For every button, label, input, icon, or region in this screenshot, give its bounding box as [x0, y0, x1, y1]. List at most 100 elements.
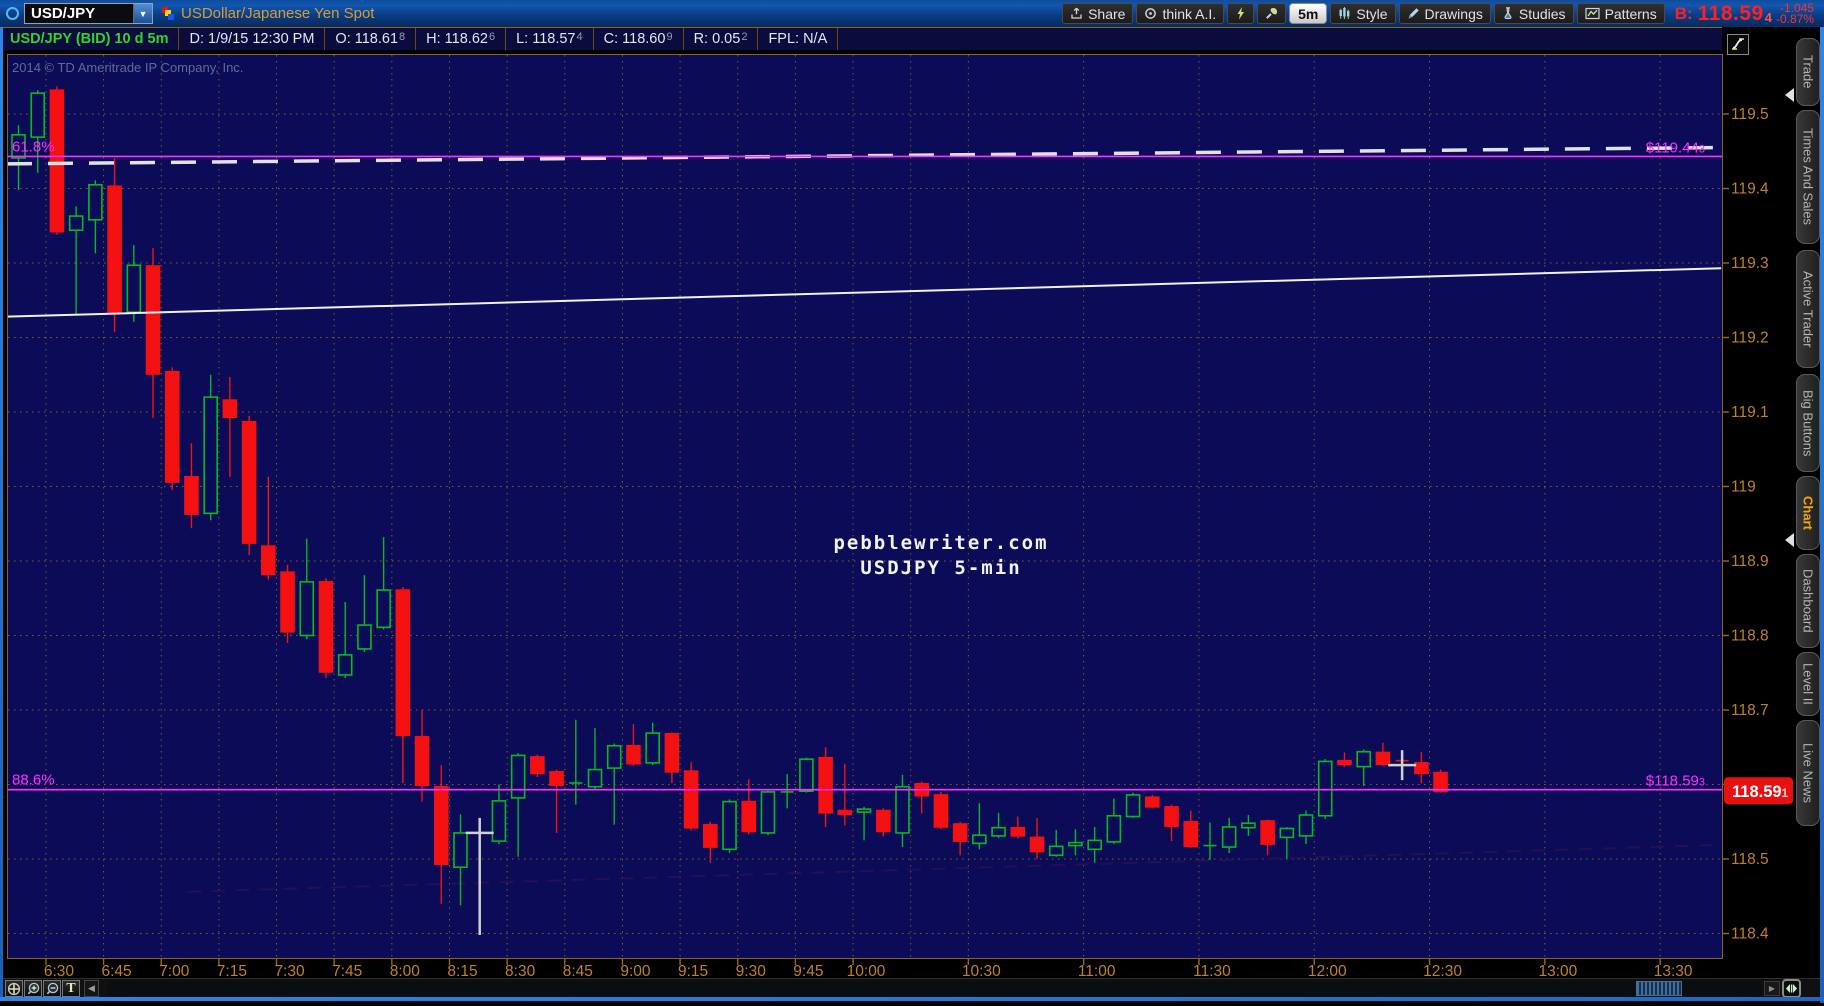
candle	[530, 756, 545, 775]
candle	[261, 545, 276, 576]
candle	[875, 809, 891, 833]
candle	[933, 794, 949, 828]
candle	[818, 756, 833, 814]
zoom-out-icon[interactable]	[43, 980, 61, 997]
text-tool-label: T	[66, 980, 76, 996]
ohlc-readout-bar: USD/JPY (BID) 10 d 5m D: 1/9/15 12:30 PM…	[0, 27, 1722, 50]
candle	[1260, 820, 1275, 845]
sidebar-tab-trade[interactable]: Trade	[1796, 38, 1820, 106]
toolbar-button-5m[interactable]: 5m	[1289, 3, 1328, 24]
candle	[799, 758, 814, 793]
sidebar-tab-times-and-sales[interactable]: Times And Sales	[1796, 110, 1820, 244]
ohlc-cell: C: 118.60 9	[594, 28, 684, 50]
toolbar-button-label: Studies	[1518, 5, 1566, 22]
candle	[1337, 759, 1352, 766]
patterns-icon	[1584, 7, 1600, 20]
style-icon	[1338, 7, 1351, 20]
sidebar-tab-live-news[interactable]: Live News	[1796, 720, 1820, 826]
candle	[1279, 827, 1295, 839]
price-axis-label: 118.9	[1731, 553, 1769, 570]
symbol-value[interactable]: USD/JPY	[25, 4, 133, 23]
sidebar-tab-dashboard[interactable]: Dashboard	[1796, 554, 1820, 648]
candle	[49, 89, 65, 233]
candle	[1068, 841, 1083, 847]
candle	[856, 808, 872, 813]
candle	[126, 264, 142, 313]
ohlc-cell: R: 0.05 2	[684, 28, 759, 50]
studies-icon	[1502, 7, 1514, 20]
toolbar-button-think-a-i[interactable]: think A.I.	[1136, 3, 1225, 24]
candle	[107, 185, 122, 313]
price-axis-label: 119.3	[1731, 255, 1769, 272]
toolbar-button-style[interactable]: Style	[1330, 3, 1396, 24]
toolbar-button-studies[interactable]: Studies	[1493, 3, 1574, 24]
ohlc-cell: D: 1/9/15 12:30 PM	[179, 28, 326, 50]
zoom-in-icon[interactable]	[24, 980, 42, 997]
price-axis-label: 119.1	[1731, 404, 1769, 421]
candle	[683, 770, 699, 829]
toolbar-button-wrench-icon[interactable]	[1257, 3, 1287, 24]
current-price-label: 118.591	[1732, 783, 1789, 801]
candle	[1106, 814, 1122, 843]
symbol-input[interactable]: USD/JPY ▼	[24, 3, 153, 24]
candle	[299, 581, 315, 637]
pan-icon[interactable]	[5, 980, 23, 997]
symbol-dropdown-icon[interactable]: ▼	[133, 4, 152, 23]
share-icon	[1070, 7, 1083, 20]
price-axis-label: 119.5	[1731, 106, 1769, 123]
fib-percent-label: 61.8%	[12, 138, 55, 155]
candle	[376, 589, 391, 629]
sidebar-tab-chart[interactable]: Chart	[1796, 476, 1820, 550]
sidebar-tab-active-trader[interactable]: Active Trader	[1796, 250, 1820, 368]
candle	[1048, 845, 1064, 857]
candle	[837, 809, 853, 816]
sidebar-tab-level-ii[interactable]: Level II	[1796, 652, 1820, 716]
scroll-right-icon[interactable]: ▶	[1764, 981, 1780, 996]
candle	[184, 476, 199, 515]
candle	[88, 183, 103, 221]
fit-width-icon[interactable]	[1782, 979, 1801, 998]
toolbar-button-label: think A.I.	[1162, 5, 1217, 22]
app-window: USD/JPY ▼ USDollar/Japanese Yen Spot Sha…	[0, 0, 1824, 1006]
watermark-line2: USDJPY 5-min	[860, 557, 1021, 579]
title-bar: USD/JPY ▼ USDollar/Japanese Yen Spot Sha…	[0, 0, 1824, 27]
text-tool[interactable]: T	[62, 980, 80, 997]
fib-percent-label: 88.6%	[12, 772, 55, 789]
price-axis-label: 119.4	[1731, 181, 1769, 198]
sidebar-tab-big-buttons[interactable]: Big Buttons	[1796, 374, 1820, 472]
candle	[280, 571, 295, 633]
collapse-left-icon[interactable]: ◀	[84, 980, 99, 997]
chart-scrollbar[interactable]	[107, 981, 1762, 996]
link-color-icon[interactable]	[162, 7, 175, 20]
toolbar-button-drawings[interactable]: Drawings	[1398, 3, 1491, 24]
candle	[895, 785, 910, 834]
ohlc-symbol-summary: USD/JPY (BID) 10 d 5m	[0, 28, 180, 50]
chart-canvas[interactable]	[8, 55, 1722, 958]
candle	[1087, 839, 1102, 851]
bottom-toolbar: T ◀ ▶	[3, 978, 1820, 998]
candle	[395, 589, 411, 737]
toolbar-button-bolt-icon[interactable]	[1227, 3, 1255, 24]
candle	[741, 800, 757, 833]
toolbar-button-label: Share	[1088, 5, 1126, 22]
symbol-description: USDollar/Japanese Yen Spot	[181, 5, 375, 22]
candle	[1241, 822, 1256, 829]
copyright-text: 2014 © TD Ameritrade IP Company, Inc.	[12, 60, 243, 75]
candle	[1356, 750, 1371, 768]
watermark-line1: pebblewriter.com	[833, 532, 1048, 554]
price-axis-label: 118.4	[1731, 926, 1769, 943]
chart-plot-area[interactable]: 61.8% $119.443 88.6% $118.593 pebblewriter.c…	[0, 50, 1824, 998]
auto-scale-icon[interactable]	[1727, 34, 1749, 55]
window-border	[0, 27, 3, 1000]
candle	[203, 396, 218, 515]
candle	[357, 624, 372, 650]
scrollbar-thumb[interactable]	[1636, 981, 1682, 996]
toolbar-button-patterns[interactable]: Patterns	[1576, 3, 1665, 24]
ohlc-cell: H: 118.62 6	[416, 28, 507, 50]
right-sidebar-tabs: Trade Times And Sales Active Trader Big But…	[1794, 27, 1820, 998]
bolt-icon	[1235, 7, 1246, 20]
toolbar-button-label: Style	[1356, 5, 1388, 22]
panel-collapse-arrow-icon[interactable]	[1785, 533, 1794, 547]
toolbar-button-share[interactable]: Share	[1062, 3, 1134, 24]
panel-collapse-arrow-icon[interactable]	[1785, 88, 1794, 102]
